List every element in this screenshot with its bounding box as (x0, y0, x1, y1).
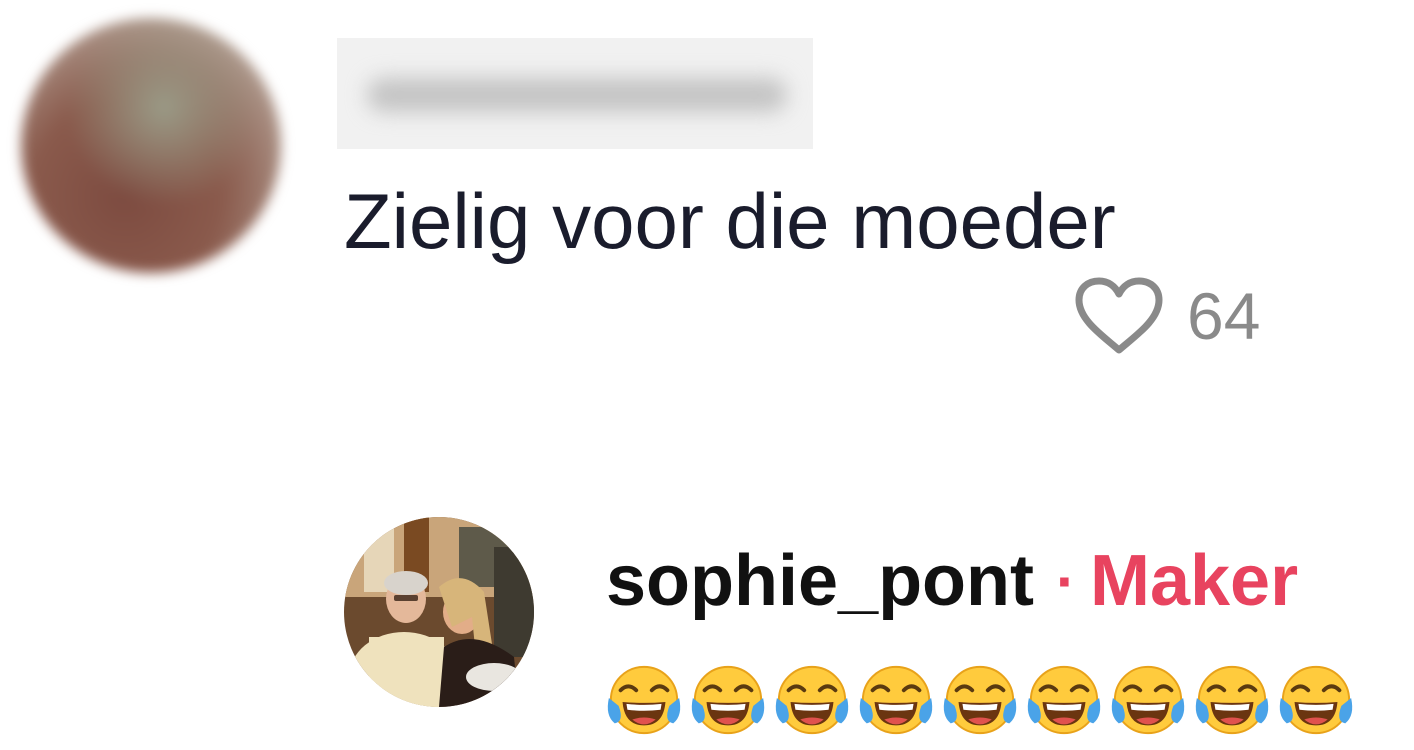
commenter-avatar[interactable] (21, 18, 281, 273)
tears-of-joy-emoji-icon (859, 665, 933, 735)
maker-badge: Maker (1089, 541, 1299, 621)
creator-avatar[interactable] (344, 517, 534, 707)
tears-of-joy-emoji-icon (1279, 665, 1353, 735)
commenter-username-redacted[interactable] (337, 38, 813, 149)
comment-like-button[interactable]: 64 (1073, 276, 1260, 356)
separator-dot: · (1056, 547, 1076, 615)
tears-of-joy-emoji-icon (775, 665, 849, 735)
tears-of-joy-emoji-icon (691, 665, 765, 735)
tears-of-joy-emoji-icon (1195, 665, 1269, 735)
comments-view: Zielig voor die moeder 64 sophie_pont · … (0, 0, 1414, 750)
comment-text: Zielig voor die moeder (344, 177, 1116, 265)
tears-of-joy-emoji-icon (607, 665, 681, 735)
creator-username[interactable]: sophie_pont (606, 540, 1034, 622)
reply-text-emojis (605, 660, 1355, 740)
tears-of-joy-emoji-icon (943, 665, 1017, 735)
tears-of-joy-emoji-icon (1111, 665, 1185, 735)
like-count: 64 (1187, 279, 1261, 353)
heart-icon[interactable] (1073, 276, 1165, 356)
tears-of-joy-emoji-icon (1027, 665, 1101, 735)
reply-header: sophie_pont · Maker (606, 536, 1298, 626)
